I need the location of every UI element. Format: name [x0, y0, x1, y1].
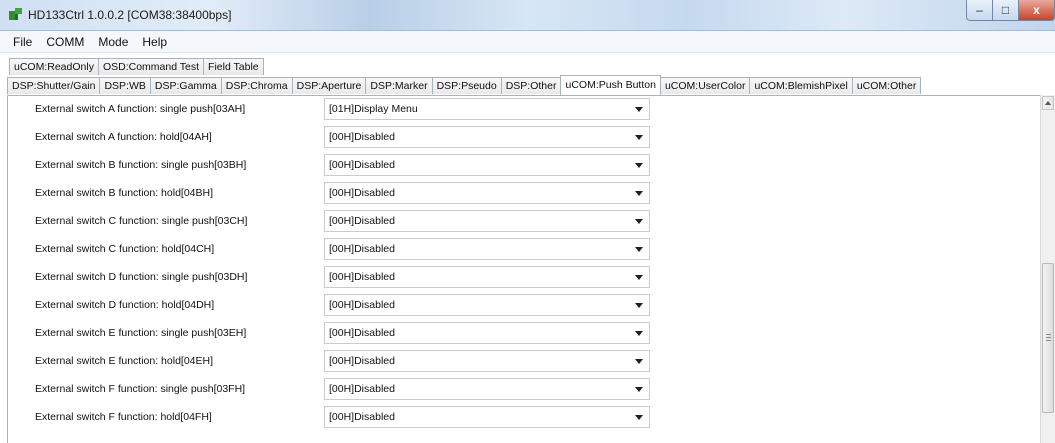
- setting-value: [00H]Disabled: [329, 159, 395, 171]
- setting-value: [00H]Disabled: [329, 243, 395, 255]
- setting-label: External switch B function: single push[…: [35, 159, 247, 171]
- setting-dropdown[interactable]: [00H]Disabled: [324, 406, 650, 428]
- setting-label: External switch E function: single push[…: [35, 327, 247, 339]
- chevron-down-icon: [635, 275, 643, 280]
- chevron-down-icon: [635, 191, 643, 196]
- chevron-down-icon: [635, 247, 643, 252]
- tab-dsp-marker[interactable]: DSP:Marker: [365, 77, 433, 94]
- setting-value: [00H]Disabled: [329, 131, 395, 143]
- setting-row: External switch B function: hold[04BH] […: [8, 180, 1040, 208]
- tab-ucom-usercolor[interactable]: uCOM:UserColor: [659, 77, 751, 94]
- chevron-down-icon: [635, 387, 643, 392]
- maximize-button[interactable]: □: [992, 0, 1019, 21]
- setting-dropdown[interactable]: [01H]Display Menu: [324, 98, 650, 120]
- chevron-down-icon: [635, 359, 643, 364]
- app-icon: [9, 8, 22, 20]
- setting-dropdown[interactable]: [00H]Disabled: [324, 182, 650, 204]
- title-bar[interactable]: HD133Ctrl 1.0.0.2 [COM38:38400bps] – □ x: [0, 0, 1055, 31]
- setting-row: External switch A function: single push[…: [8, 96, 1040, 124]
- chevron-down-icon: [635, 219, 643, 224]
- tab-osd-command-test[interactable]: OSD:Command Test: [97, 58, 205, 75]
- setting-dropdown[interactable]: [00H]Disabled: [324, 378, 650, 400]
- setting-value: [00H]Disabled: [329, 411, 395, 423]
- maximize-icon: □: [1001, 3, 1010, 17]
- tab-dsp-wb[interactable]: DSP:WB: [99, 77, 151, 94]
- scroll-thumb[interactable]: [1042, 263, 1054, 413]
- tab-row-bottom: DSP:Shutter/Gain DSP:WB DSP:Gamma DSP:Ch…: [7, 75, 922, 95]
- close-button[interactable]: x: [1018, 0, 1055, 21]
- setting-dropdown[interactable]: [00H]Disabled: [324, 350, 650, 372]
- vertical-scrollbar[interactable]: [1040, 95, 1055, 443]
- tab-dsp-gamma[interactable]: DSP:Gamma: [149, 77, 222, 94]
- chevron-down-icon: [635, 331, 643, 336]
- setting-value: [00H]Disabled: [329, 271, 395, 283]
- setting-row: External switch D function: hold[04DH] […: [8, 292, 1040, 320]
- chevron-down-icon: [635, 107, 643, 112]
- tab-ucom-blemishpixel[interactable]: uCOM:BlemishPixel: [749, 77, 853, 94]
- setting-label: External switch F function: single push[…: [35, 383, 246, 395]
- setting-dropdown[interactable]: [00H]Disabled: [324, 266, 650, 288]
- menu-help[interactable]: Help: [135, 35, 174, 49]
- setting-row: External switch F function: single push[…: [8, 376, 1040, 404]
- minimize-button[interactable]: –: [966, 0, 993, 21]
- tab-ucom-other[interactable]: uCOM:Other: [851, 77, 922, 94]
- tab-dsp-other[interactable]: DSP:Other: [500, 77, 562, 94]
- tab-row-top: uCOM:ReadOnly OSD:Command Test Field Tab…: [9, 57, 264, 75]
- grip-line: [1046, 337, 1051, 338]
- menu-mode[interactable]: Mode: [91, 35, 135, 49]
- setting-dropdown[interactable]: [00H]Disabled: [324, 210, 650, 232]
- grip-line: [1046, 334, 1051, 335]
- setting-value: [00H]Disabled: [329, 215, 395, 227]
- chevron-down-icon: [635, 303, 643, 308]
- setting-row: External switch F function: hold[04FH] […: [8, 404, 1040, 432]
- setting-label: External switch A function: hold[04AH]: [35, 131, 212, 143]
- setting-value: [00H]Disabled: [329, 383, 395, 395]
- setting-dropdown[interactable]: [00H]Disabled: [324, 238, 650, 260]
- close-icon: x: [1033, 3, 1040, 17]
- setting-label: External switch C function: single push[…: [35, 215, 248, 227]
- setting-row: External switch C function: hold[04CH] […: [8, 236, 1040, 264]
- tab-dsp-chroma[interactable]: DSP:Chroma: [220, 77, 293, 94]
- setting-dropdown[interactable]: [00H]Disabled: [324, 322, 650, 344]
- tab-dsp-aperture[interactable]: DSP:Aperture: [291, 77, 367, 94]
- setting-label: External switch E function: hold[04EH]: [35, 355, 214, 367]
- tab-dsp-shutter-gain[interactable]: DSP:Shutter/Gain: [7, 77, 101, 94]
- menu-comm[interactable]: COMM: [39, 35, 91, 49]
- tab-field-table[interactable]: Field Table: [203, 58, 264, 75]
- setting-label: External switch A function: single push[…: [35, 103, 246, 115]
- grip-line: [1046, 340, 1051, 341]
- setting-dropdown[interactable]: [00H]Disabled: [324, 126, 650, 148]
- setting-value: [01H]Display Menu: [329, 103, 418, 115]
- chevron-down-icon: [635, 135, 643, 140]
- setting-row: External switch A function: hold[04AH] […: [8, 124, 1040, 152]
- setting-value: [00H]Disabled: [329, 299, 395, 311]
- setting-label: External switch F function: hold[04FH]: [35, 411, 212, 423]
- setting-label: External switch C function: hold[04CH]: [35, 243, 215, 255]
- scroll-up-button[interactable]: [1042, 96, 1054, 110]
- setting-value: [00H]Disabled: [329, 327, 395, 339]
- setting-row: External switch B function: single push[…: [8, 152, 1040, 180]
- setting-row: External switch C function: single push[…: [8, 208, 1040, 236]
- setting-row: External switch E function: single push[…: [8, 320, 1040, 348]
- tab-ucom-push-button[interactable]: uCOM:Push Button: [560, 75, 661, 95]
- setting-dropdown[interactable]: [00H]Disabled: [324, 294, 650, 316]
- chevron-down-icon: [635, 163, 643, 168]
- setting-label: External switch B function: hold[04BH]: [35, 187, 214, 199]
- minimize-icon: –: [976, 3, 983, 17]
- setting-label: External switch D function: single push[…: [35, 271, 248, 283]
- setting-row: External switch E function: hold[04EH] […: [8, 348, 1040, 376]
- menu-file[interactable]: File: [6, 35, 39, 49]
- menu-bar: File COMM Mode Help: [0, 31, 1055, 53]
- setting-label: External switch D function: hold[04DH]: [35, 299, 215, 311]
- setting-dropdown[interactable]: [00H]Disabled: [324, 154, 650, 176]
- setting-row: External switch D function: single push[…: [8, 264, 1040, 292]
- window-title: HD133Ctrl 1.0.0.2 [COM38:38400bps]: [28, 8, 232, 22]
- tab-ucom-readonly[interactable]: uCOM:ReadOnly: [9, 58, 99, 75]
- chevron-down-icon: [635, 415, 643, 420]
- push-button-settings-panel: External switch A function: single push[…: [7, 95, 1041, 443]
- setting-value: [00H]Disabled: [329, 355, 395, 367]
- setting-value: [00H]Disabled: [329, 187, 395, 199]
- tab-dsp-pseudo[interactable]: DSP:Pseudo: [431, 77, 502, 94]
